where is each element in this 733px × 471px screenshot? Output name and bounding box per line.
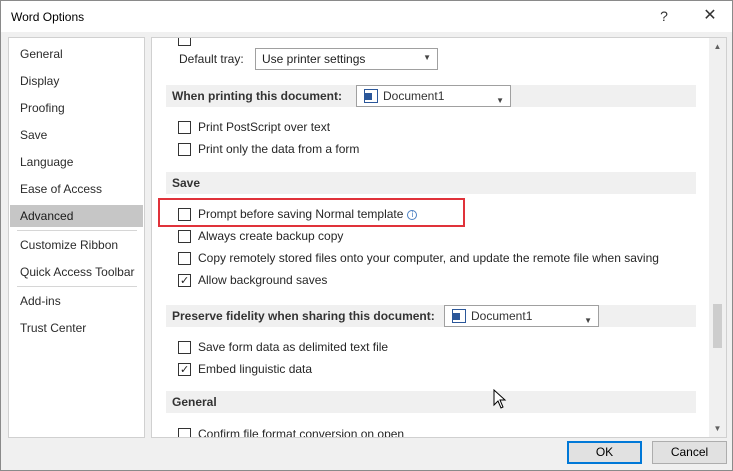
highlight-box: [158, 198, 465, 227]
default-tray-value: Use printer settings: [262, 52, 366, 66]
mouse-pointer-icon: [493, 389, 507, 409]
checkbox[interactable]: [178, 361, 191, 379]
sidebar-item-save[interactable]: Save: [10, 124, 143, 146]
checkbox[interactable]: [178, 252, 191, 265]
scroll-down-arrow-icon[interactable]: ▼: [709, 420, 726, 437]
option-label: Confirm file format conversion on open: [198, 427, 405, 438]
sidebar-item-proofing[interactable]: Proofing: [10, 97, 143, 119]
fidelity-document-dropdown[interactable]: Document1 ▼: [444, 305, 599, 327]
title-bar: Word Options ? ✕: [1, 1, 732, 32]
vertical-scrollbar[interactable]: ▲ ▼: [709, 38, 726, 437]
word-options-dialog: Word Options ? ✕ General Display Proofin…: [0, 0, 733, 471]
checkbox[interactable]: [178, 428, 191, 437]
save-section-label: Save: [172, 176, 201, 190]
option-label: Allow background saves: [198, 273, 328, 287]
chevron-down-icon: ▼: [496, 96, 504, 105]
option-label: Embed linguistic data: [198, 362, 313, 376]
printing-section-label: When printing this document:: [172, 89, 342, 103]
close-button[interactable]: ✕: [697, 4, 723, 28]
help-button[interactable]: ?: [651, 4, 677, 28]
sidebar-item-general[interactable]: General: [10, 43, 143, 65]
sidebar-divider: [17, 286, 137, 287]
sidebar-item-customize-ribbon[interactable]: Customize Ribbon: [10, 234, 143, 256]
word-document-icon: [364, 89, 378, 103]
save-section-header: Save: [166, 172, 696, 194]
sidebar-divider: [17, 230, 137, 231]
sidebar-item-display[interactable]: Display: [10, 70, 143, 92]
options-sidebar: General Display Proofing Save Language E…: [8, 37, 145, 438]
general-section-header: General: [166, 391, 696, 413]
advanced-options-panel: Default tray: Use printer settings ▼ Whe…: [151, 37, 727, 438]
sidebar-item-advanced[interactable]: Advanced: [10, 205, 143, 227]
ok-button[interactable]: OK: [567, 441, 642, 464]
checkbox[interactable]: [178, 143, 191, 156]
fidelity-section-label: Preserve fidelity when sharing this docu…: [172, 309, 435, 323]
sidebar-item-ease-of-access[interactable]: Ease of Access: [10, 178, 143, 200]
scrollbar-thumb[interactable]: [713, 304, 722, 348]
printing-section-header: When printing this document: Document1 ▼: [166, 85, 696, 107]
default-tray-label: Default tray:: [179, 52, 244, 66]
option-label: Copy remotely stored files onto your com…: [198, 251, 659, 265]
sidebar-item-add-ins[interactable]: Add-ins: [10, 290, 143, 312]
default-tray-dropdown[interactable]: Use printer settings ▼: [255, 48, 438, 70]
checkbox[interactable]: [178, 272, 191, 290]
general-section-label: General: [172, 395, 217, 409]
option-label: Save form data as delimited text file: [198, 340, 389, 354]
sidebar-item-trust-center[interactable]: Trust Center: [10, 317, 143, 339]
checkbox[interactable]: [178, 341, 191, 354]
cancel-button[interactable]: Cancel: [652, 441, 727, 464]
option-label: Print only the data from a form: [198, 142, 360, 156]
sidebar-item-language[interactable]: Language: [10, 151, 143, 173]
scroll-up-arrow-icon[interactable]: ▲: [709, 38, 726, 55]
option-label: Always create backup copy: [198, 229, 344, 243]
chevron-down-icon: ▼: [423, 53, 431, 62]
window-title: Word Options: [11, 10, 85, 24]
checkbox[interactable]: [178, 230, 191, 243]
checkbox[interactable]: [178, 38, 191, 46]
checkbox[interactable]: [178, 121, 191, 134]
fidelity-section-header: Preserve fidelity when sharing this docu…: [166, 305, 696, 327]
option-label: Print PostScript over text: [198, 120, 331, 134]
printing-document-value: Document1: [383, 89, 445, 103]
word-document-icon: [452, 309, 466, 323]
fidelity-document-value: Document1: [471, 309, 533, 323]
sidebar-item-quick-access-toolbar[interactable]: Quick Access Toolbar: [10, 261, 143, 283]
printing-document-dropdown[interactable]: Document1 ▼: [356, 85, 511, 107]
chevron-down-icon: ▼: [584, 316, 592, 325]
